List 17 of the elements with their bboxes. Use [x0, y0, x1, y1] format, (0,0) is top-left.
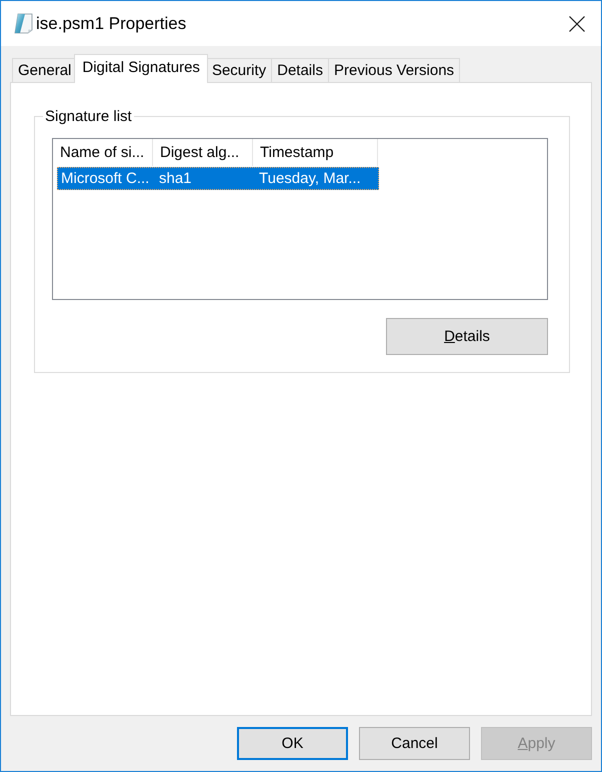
tab[interactable]: Previous Versions: [328, 58, 460, 82]
tab[interactable]: Digital Signatures: [74, 54, 208, 83]
document-icon: [12, 13, 33, 34]
cancel-button[interactable]: Cancel: [359, 727, 470, 760]
column-header[interactable]: Digest alg...: [153, 139, 253, 166]
list-cell-text: Tuesday, Mar...: [258, 169, 362, 189]
column-header[interactable]: Name of si...: [53, 139, 153, 166]
list-view[interactable]: Name of si... Digest alg... Timestamp Microsoft C... sha1 Tuesday, Mar...: [52, 138, 548, 300]
list-cell-text: Microsoft C...: [60, 169, 150, 189]
list-row[interactable]: Microsoft C... sha1 Tuesday, Mar...: [57, 167, 379, 190]
group-box-label: Signature list: [44, 108, 133, 125]
close-icon: [569, 16, 585, 32]
list-cell-text: sha1: [158, 169, 193, 189]
ok-button[interactable]: OK: [237, 727, 348, 760]
column-header[interactable]: Timestamp: [253, 139, 378, 166]
window-title: ise.psm1 Properties: [36, 14, 188, 34]
details-button[interactable]: Details: [386, 318, 548, 355]
